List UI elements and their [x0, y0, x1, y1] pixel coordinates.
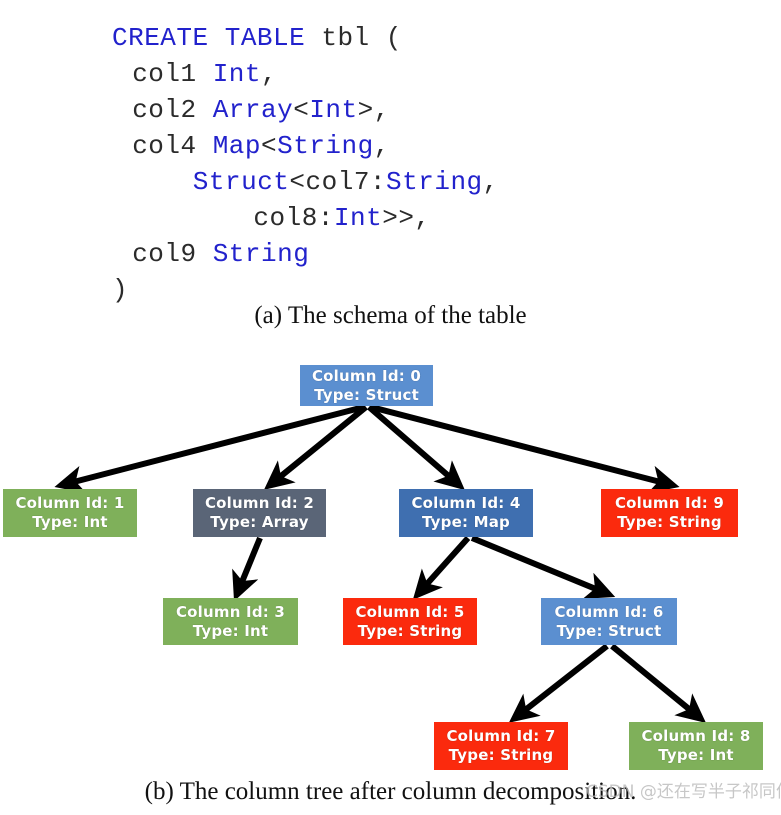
tree-node-7: Column Id: 7 Type: String [434, 722, 568, 770]
tree-node-column-id-label: Column Id: 3 [175, 602, 286, 621]
tree-edge-arrow [232, 536, 263, 602]
tree-node-column-id-label: Column Id: 0 [311, 366, 422, 385]
tree-node-type-label: Type: Map [422, 513, 510, 531]
tree-node-type-label: Type: Int [192, 621, 269, 640]
code-token: CREATE TABLE [112, 23, 322, 53]
tree-node-9: Column Id: 9 Type: String [601, 489, 738, 537]
tree-node-2: Column Id: 2 Type: Array [193, 489, 326, 537]
tree-node-column-id-label: Column Id: 9 [614, 494, 725, 512]
code-line: col9 String [132, 236, 309, 272]
code-token: tbl ( [321, 23, 402, 53]
code-line: col8:Int>>, [253, 200, 430, 236]
code-token: col4 [132, 131, 213, 161]
code-token: >>, [382, 203, 431, 233]
code-token: String [212, 239, 310, 269]
code-line: col4 Map<String, [132, 128, 390, 164]
tree-node-3: Column Id: 3 Type: Int [163, 598, 298, 645]
code-token: ) [112, 275, 129, 305]
tree-node-6: Column Id: 6 Type: Struct [541, 598, 677, 645]
tree-edges-svg [54, 404, 707, 723]
code-token: , [482, 167, 499, 197]
code-token: Array [212, 95, 294, 125]
tree-node-type-label: Type: Struct [314, 385, 419, 404]
tree-edge-arrow [508, 643, 609, 723]
code-token: >, [357, 95, 390, 125]
code-token: Struct [192, 167, 290, 197]
tree-node-8: Column Id: 8 Type: Int [629, 722, 763, 770]
code-line: Struct<col7:String, [193, 164, 499, 200]
tree-node-type-label: Type: String [357, 621, 463, 640]
tree-node-type-label: Type: Int [32, 513, 108, 531]
code-token: Int [309, 95, 358, 125]
tree-node-column-id-label: Column Id: 8 [641, 727, 751, 745]
column-tree-figure: Column Id: 0 Type: Struct Column Id: 1 Type… [0, 350, 781, 775]
tree-node-type-label: Type: Array [210, 513, 309, 531]
tree-edge-layer [54, 404, 707, 723]
code-token: , [373, 131, 390, 161]
code-token: Int [212, 59, 262, 89]
tree-node-0: Column Id: 0 Type: Struct [300, 365, 433, 406]
tree-edge-arrow [470, 535, 616, 599]
code-token: Int [333, 203, 383, 233]
tree-node-column-id-label: Column Id: 1 [15, 494, 125, 512]
code-token: String [277, 131, 374, 161]
code-token: < [261, 131, 278, 161]
tree-edge-arrow [610, 643, 707, 723]
code-token: <col7: [289, 167, 387, 197]
tree-node-4: Column Id: 4 Type: Map [399, 489, 533, 537]
code-line: col2 Array<Int>, [132, 92, 390, 128]
code-token: String [386, 167, 483, 197]
figure-caption-a: (a) The schema of the table [254, 302, 527, 329]
code-token: Map [212, 131, 262, 161]
code-token: col8: [253, 203, 334, 233]
code-token: col1 [132, 59, 213, 89]
tree-node-column-id-label: Column Id: 6 [554, 602, 664, 621]
code-token: col9 [132, 239, 213, 269]
tree-edge-arrow [412, 536, 471, 600]
tree-node-column-id-label: Column Id: 2 [204, 494, 315, 512]
code-token: , [261, 59, 278, 89]
code-token: col2 [132, 95, 213, 125]
tree-node-type-label: Type: Int [658, 746, 734, 764]
figure-caption-b: (b) The column tree after column decompo… [144, 778, 637, 805]
tree-node-1: Column Id: 1 Type: Int [3, 489, 137, 537]
tree-node-column-id-label: Column Id: 5 [355, 602, 465, 621]
schema-code-block: CREATE TABLE tbl (col1 Int, col2 Array<In… [0, 8, 781, 305]
code-token: < [293, 95, 310, 125]
code-line: col1 Int, [132, 56, 277, 92]
tree-node-type-label: Type: Struct [556, 621, 662, 640]
tree-node-5: Column Id: 5 Type: String [343, 598, 477, 645]
tree-node-column-id-label: Column Id: 4 [411, 494, 521, 512]
tree-node-column-id-label: Column Id: 7 [446, 727, 556, 745]
tree-node-type-label: Type: String [617, 513, 722, 531]
code-line: CREATE TABLE tbl ( [112, 20, 402, 56]
tree-node-type-label: Type: String [448, 746, 554, 764]
